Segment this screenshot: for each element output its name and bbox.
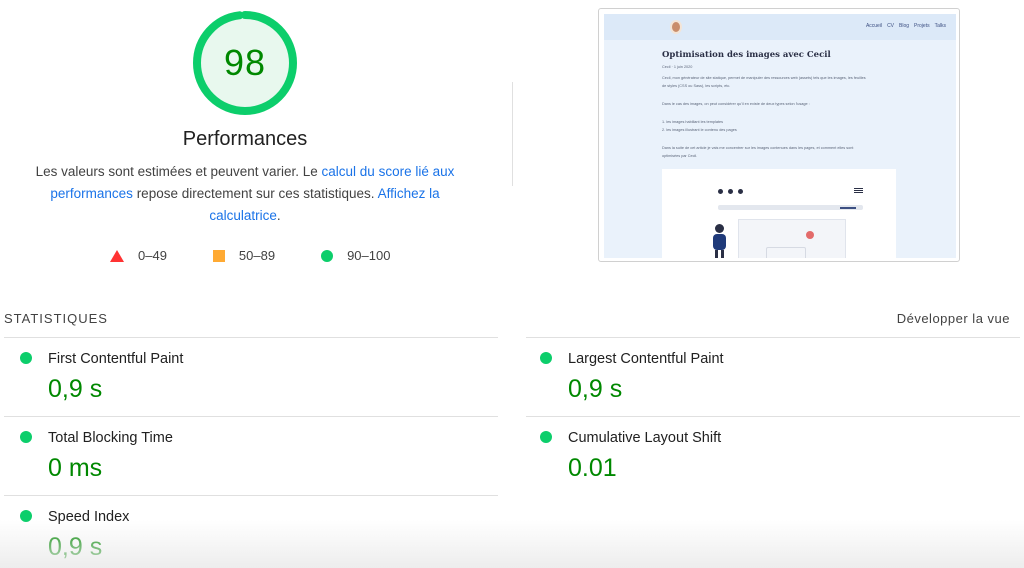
red-triangle-icon [110,249,124,262]
thumbnail-paragraph: Cecil, mon générateur de site statique, … [662,76,866,80]
pass-status-icon [540,431,552,443]
thumbnail-paragraph: Dans la suite de cet article je vais me … [662,146,854,150]
thumbnail-article-title: Optimisation des images avec Cecil [662,50,831,60]
metric-cumulative-layout-shift: Cumulative Layout Shift 0.01 [524,417,994,495]
illustration-dot [718,189,723,194]
description-text-1: Les valeurs sont estimées et peuvent var… [35,164,322,179]
metric-total-blocking-time: Total Blocking Time 0 ms [4,417,474,495]
thumbnail-page: Accueil CV Blog Projets Talks Optimisati… [604,14,956,258]
thumbnail-nav-link: Blog [899,23,910,29]
legend-item-pass: 90–100 [321,248,390,263]
score-legend: 0–49 50–89 90–100 [110,248,436,263]
thumbnail-navbar: Accueil CV Blog Projets Talks [604,14,956,40]
pass-status-icon [20,431,32,443]
metric-largest-contentful-paint: Largest Contentful Paint 0,9 s [524,338,994,416]
thumbnail-nav-link: Accueil [865,23,883,29]
vertical-divider [512,82,513,186]
orange-square-icon [212,249,225,262]
thumbnail-nav-link: CV [887,23,895,29]
performance-description: Les valeurs sont estimées et peuvent var… [30,161,460,227]
thumbnail-nav-link: Talks [934,23,946,29]
thumbnail-list-item: 2. les images illustrant le contenu des … [662,128,737,132]
metric-value: 0,9 s [48,533,103,561]
performance-title: Performances [182,128,308,150]
metric-name: First Contentful Paint [48,351,184,367]
thumbnail-paragraph: de styles (CSS ou Sass), les scripts, et… [662,84,731,88]
metric-name: Largest Contentful Paint [568,351,724,367]
thumbnail-nav-link: Projets [914,23,930,29]
legend-item-fail: 0–49 [110,248,167,263]
metric-name: Cumulative Layout Shift [568,430,722,446]
green-circle-icon [321,249,334,262]
score-value: 98 [223,42,267,83]
metric-name: Total Blocking Time [48,430,173,446]
legend-label-pass: 90–100 [347,248,391,263]
legend-item-average: 50–89 [212,248,276,263]
metric-value: 0.01 [568,454,617,482]
legend-label-average: 50–89 [238,248,276,263]
illustration-person [712,224,728,258]
thumbnail-paragraph: optimisées par Cecil. [662,154,698,158]
expand-view-toggle[interactable]: Développer la vue [897,311,1010,326]
hamburger-icon [854,188,863,189]
metric-speed-index: Speed Index 0,9 s [4,496,474,568]
thumbnail-paragraph: Dans le cas des images, on peut considér… [662,102,810,106]
pass-status-icon [20,352,32,364]
metric-value: 0 ms [48,454,103,482]
performance-score-gauge: 98 [190,8,300,118]
statistics-header: STATISTIQUES [4,311,108,326]
illustration-bar-accent [840,207,856,209]
illustration-sketch [766,247,806,258]
metric-value: 0,9 s [568,375,623,403]
description-text-3: . [276,208,281,223]
pass-status-icon [20,510,32,522]
thumbnail-meta: Cecil · 1 juin 2020 [662,65,693,69]
illustration-dot [728,189,733,194]
thumbnail-illustration [662,169,896,258]
illustration-dot [738,189,743,194]
page-screenshot-thumbnail[interactable]: Accueil CV Blog Projets Talks Optimisati… [598,8,960,262]
avatar [670,20,682,34]
thumbnail-nav-links: Accueil CV Blog Projets Talks [866,23,946,29]
pass-status-icon [540,352,552,364]
metric-first-contentful-paint: First Contentful Paint 0,9 s [4,338,474,416]
metric-value: 0,9 s [48,375,103,403]
legend-label-fail: 0–49 [138,248,167,263]
description-text-2: repose directement sur ces statistiques. [132,186,378,201]
illustration-red-dot [806,231,814,239]
metric-name: Speed Index [48,509,130,525]
thumbnail-list-item: 1. les images habillant les templates [662,120,723,124]
